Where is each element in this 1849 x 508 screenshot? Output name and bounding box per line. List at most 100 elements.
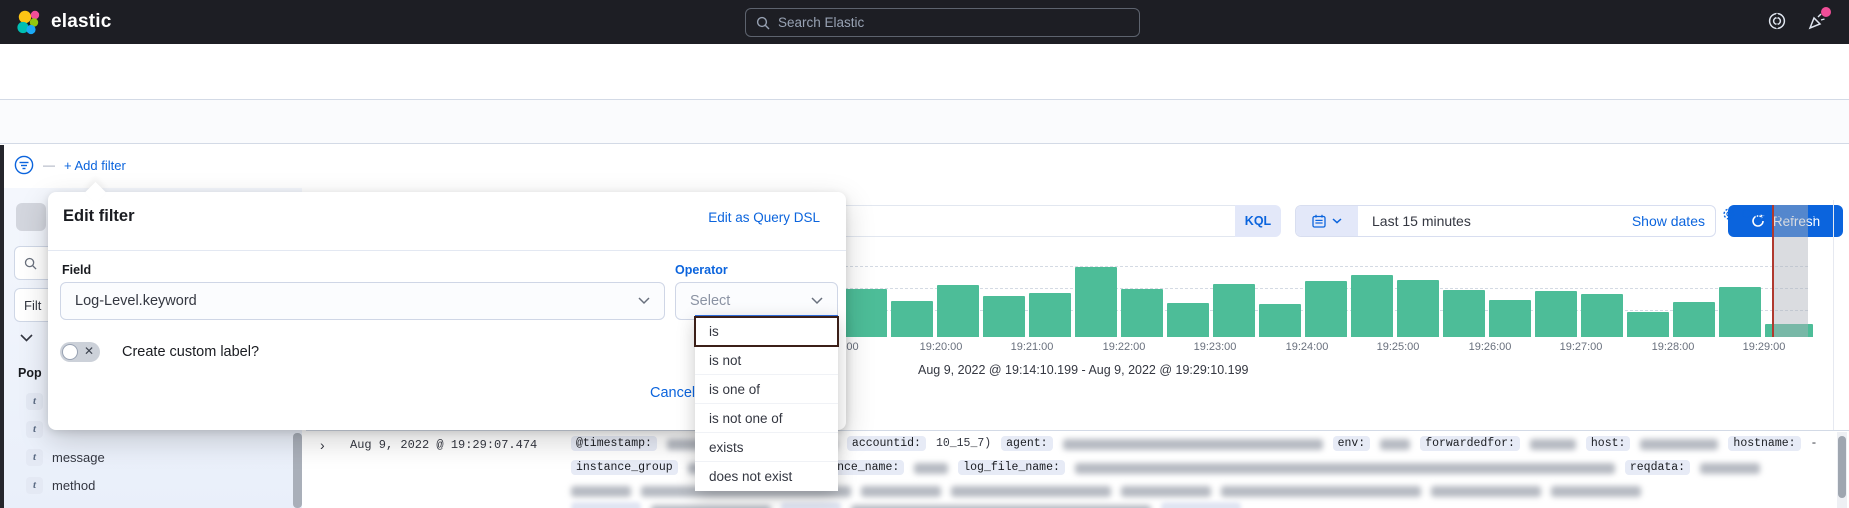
histogram-bar[interactable] [1167, 303, 1209, 337]
x-tick-label: 19:22:00 [1103, 341, 1146, 353]
toggle-off-x-icon: ✕ [84, 344, 94, 358]
operator-option-is-not[interactable]: is not [695, 346, 838, 375]
doc-field-name: env: [1333, 436, 1371, 451]
redacted-value [861, 486, 941, 497]
doc-field-name: host: [1586, 436, 1631, 451]
histogram-bar[interactable] [1075, 267, 1117, 337]
x-tick-label: 19:20:00 [920, 341, 963, 353]
add-filter-link[interactable]: + Add filter [64, 158, 126, 173]
x-tick-label: 19:21:00 [1011, 341, 1054, 353]
popover-divider [48, 250, 846, 251]
doc-field-name: log_file_name: [958, 460, 1065, 475]
query-bar: Search KQL Last 15 minutes Show dates [0, 100, 1849, 144]
operator-option-does-not-exist[interactable]: does not exist [695, 462, 838, 491]
gridline [845, 266, 1808, 267]
chevron-down-icon [811, 297, 823, 305]
search-icon [756, 16, 770, 30]
cancel-button[interactable]: Cancel [650, 385, 695, 401]
histogram-bar[interactable] [1443, 290, 1485, 337]
operator-option-exists[interactable]: exists [695, 433, 838, 462]
field-label: Field [62, 263, 91, 277]
filter-dash: — [43, 158, 55, 172]
custom-label-text: Create custom label? [122, 344, 259, 360]
histogram-bar[interactable] [1351, 275, 1393, 337]
chevron-down-icon[interactable] [20, 334, 33, 342]
elastic-logo[interactable]: elastic [16, 9, 112, 35]
toggle-knob [62, 344, 78, 360]
sidebar-field-message[interactable]: tmessage [4, 444, 302, 470]
histogram-bar[interactable] [1397, 280, 1439, 337]
redacted-value [1075, 463, 1615, 474]
doc-field-name: accountid: [847, 436, 926, 451]
operator-option-is-one-of[interactable]: is one of [695, 375, 838, 404]
sidebar-scrollbar[interactable] [293, 433, 302, 508]
operator-option-is-not-one-of[interactable]: is not one of [695, 404, 838, 433]
x-tick-label: 19:29:00 [1743, 341, 1786, 353]
histogram-bar[interactable] [1305, 281, 1347, 337]
custom-label-toggle[interactable]: ✕ [60, 342, 100, 362]
histogram-bar[interactable] [1673, 302, 1715, 337]
chart-time-range-caption: Aug 9, 2022 @ 19:14:10.199 - Aug 9, 2022… [918, 363, 1249, 377]
operator-option-is[interactable]: is [695, 317, 838, 346]
field-type-icon: t [26, 421, 43, 438]
histogram-bar[interactable] [1121, 289, 1163, 337]
redacted-field [781, 502, 841, 508]
redacted-field [571, 502, 641, 508]
doc-timestamp: Aug 9, 2022 @ 19:29:07.474 [350, 438, 537, 452]
redacted-value [1640, 439, 1718, 450]
field-select-value: Log-Level.keyword [75, 293, 197, 309]
redacted-value [1221, 486, 1421, 497]
doc-field-name: reqdata: [1625, 460, 1690, 475]
search-icon [24, 257, 37, 270]
histogram-bar[interactable] [983, 296, 1025, 337]
chevron-down-icon [638, 297, 650, 305]
histogram-bar[interactable] [1581, 294, 1623, 337]
histogram-bar[interactable] [1489, 300, 1531, 337]
redacted-value [571, 486, 631, 497]
redacted-value [1380, 439, 1410, 450]
table-divider [306, 430, 1849, 431]
histogram-bar[interactable] [1627, 312, 1669, 337]
doc-field-value: - [1811, 436, 1818, 450]
sidebar-field-method[interactable]: tmethod [4, 472, 302, 498]
redacted-value [1551, 486, 1641, 497]
elastic-logo-icon [16, 9, 42, 35]
histogram-bar[interactable] [1029, 293, 1071, 337]
histogram-chart[interactable] [845, 200, 1808, 337]
redacted-value [1530, 439, 1576, 450]
histogram-bar[interactable] [1213, 284, 1255, 337]
histogram-bar[interactable] [937, 285, 979, 337]
field-label: method [52, 478, 95, 493]
histogram-bar[interactable] [891, 301, 933, 337]
histogram-bar[interactable] [1535, 291, 1577, 337]
field-type-icon: t [26, 477, 43, 494]
edit-as-query-dsl-link[interactable]: Edit as Query DSL [708, 210, 820, 225]
help-icon[interactable] [1767, 11, 1787, 31]
operator-label: Operator [675, 263, 728, 277]
x-tick-label: 19:27:00 [1560, 341, 1603, 353]
custom-label-toggle-row: ✕ Create custom label? [60, 342, 259, 362]
sidebar-button[interactable] [16, 203, 46, 231]
popover-arrow [85, 182, 106, 203]
x-tick-label: 19:24:00 [1286, 341, 1329, 353]
histogram-bar[interactable] [1259, 304, 1301, 337]
field-type-icon: t [26, 393, 43, 410]
operator-select-placeholder: Select [690, 293, 730, 309]
redacted-value [1431, 486, 1541, 497]
redacted-value [1063, 439, 1323, 450]
x-tick-label: 19:23:00 [1194, 341, 1237, 353]
popover-title: Edit filter [63, 207, 135, 226]
x-tick-label: 19:26:00 [1469, 341, 1512, 353]
doc-field-name: hostname: [1728, 436, 1800, 451]
filter-icon[interactable] [14, 155, 34, 175]
news-icon[interactable] [1807, 11, 1827, 31]
doc-field-value: 10_15_7) [936, 436, 991, 450]
table-scrollbar-thumb[interactable] [1838, 436, 1846, 498]
expand-row-icon[interactable]: › [320, 437, 325, 453]
popular-fields-heading: Pop [18, 366, 42, 380]
field-select[interactable]: Log-Level.keyword [60, 282, 665, 320]
histogram-bar[interactable] [845, 289, 887, 337]
histogram-bar[interactable] [1719, 287, 1761, 337]
global-search-input[interactable]: Search Elastic [745, 8, 1140, 37]
operator-dropdown: isis notis one ofis not one ofexistsdoes… [695, 315, 838, 491]
